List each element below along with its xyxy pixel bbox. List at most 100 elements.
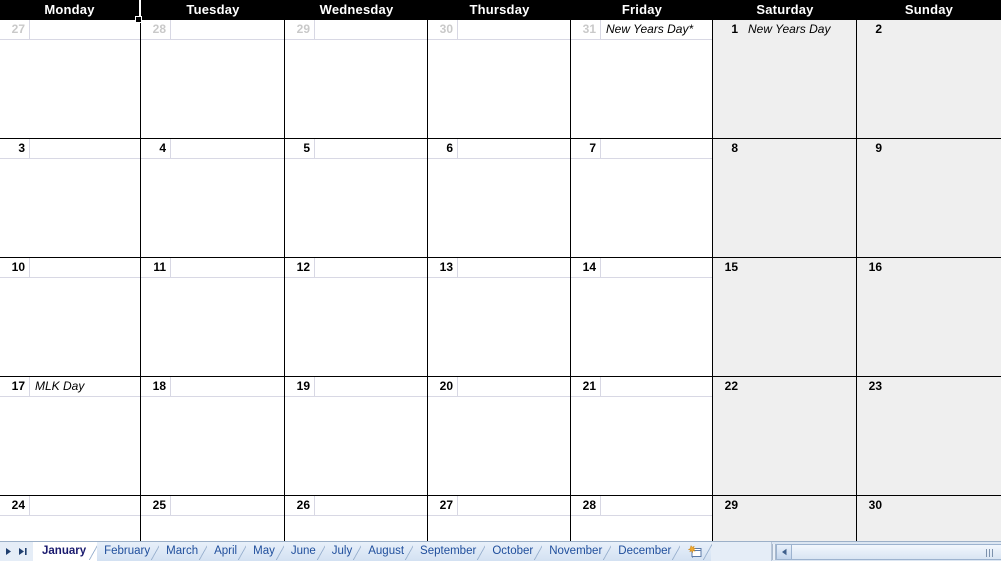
event-label[interactable] (458, 377, 570, 397)
day-cell[interactable]: 26 (285, 496, 428, 541)
weekday-header-friday[interactable]: Friday (571, 0, 713, 20)
sheet-tab-february[interactable]: February (97, 542, 161, 561)
selection-fill-handle[interactable] (135, 16, 142, 23)
scroll-left-arrow-icon[interactable] (776, 543, 792, 560)
day-cell[interactable]: 6 (428, 139, 571, 257)
day-cell[interactable]: 9 (857, 139, 1001, 257)
day-cell[interactable]: 7 (571, 139, 713, 257)
next-sheet-icon[interactable] (2, 545, 15, 559)
event-label[interactable] (30, 20, 140, 40)
event-label[interactable] (743, 496, 856, 516)
day-cell[interactable]: 1 New Years Day (713, 20, 857, 138)
event-label[interactable] (601, 258, 712, 278)
day-cell[interactable]: 29 (713, 496, 857, 541)
weekday-header-saturday[interactable]: Saturday (713, 0, 857, 20)
event-label[interactable] (887, 377, 1001, 397)
sheet-tab-march[interactable]: March (159, 542, 209, 561)
day-cell[interactable]: 17 MLK Day (0, 377, 141, 495)
event-label[interactable] (315, 377, 427, 397)
event-label[interactable] (458, 496, 570, 516)
weekday-header-thursday[interactable]: Thursday (428, 0, 571, 20)
event-label[interactable]: New Years Day (743, 20, 856, 40)
date-number: 18 (141, 377, 171, 397)
sheet-tab-december[interactable]: December (611, 542, 682, 561)
event-label[interactable] (30, 258, 140, 278)
day-cell[interactable]: 28 (571, 496, 713, 541)
day-cell[interactable]: 18 (141, 377, 285, 495)
event-label[interactable] (743, 377, 856, 397)
day-cell[interactable]: 20 (428, 377, 571, 495)
event-label[interactable] (315, 20, 427, 40)
weekday-header-monday[interactable]: Monday (0, 0, 142, 23)
event-label[interactable] (171, 496, 284, 516)
day-cell[interactable]: 15 (713, 258, 857, 376)
event-label[interactable] (30, 496, 140, 516)
weekday-header-sunday[interactable]: Sunday (857, 0, 1001, 20)
event-label[interactable] (743, 139, 856, 159)
day-cell[interactable]: 12 (285, 258, 428, 376)
day-cell[interactable]: 24 (0, 496, 141, 541)
day-cell[interactable]: 27 (428, 496, 571, 541)
event-label[interactable] (458, 258, 570, 278)
event-label[interactable] (601, 377, 712, 397)
sheet-tab-august[interactable]: August (361, 542, 414, 561)
day-cell[interactable]: 23 (857, 377, 1001, 495)
insert-sheet-button[interactable] (680, 542, 713, 561)
day-cell[interactable]: 11 (141, 258, 285, 376)
day-cell[interactable]: 21 (571, 377, 713, 495)
day-cell[interactable]: 4 (141, 139, 285, 257)
event-label[interactable] (601, 139, 712, 159)
scroll-track[interactable] (792, 543, 1001, 560)
day-cell[interactable]: 25 (141, 496, 285, 541)
sheet-tab-april[interactable]: April (207, 542, 248, 561)
event-label[interactable] (458, 20, 570, 40)
sheet-tab-july[interactable]: July (324, 542, 363, 561)
last-sheet-icon[interactable] (17, 545, 30, 559)
date-number: 31 (571, 20, 601, 40)
event-label[interactable] (171, 258, 284, 278)
event-label[interactable] (171, 377, 284, 397)
event-label[interactable] (30, 139, 140, 159)
day-cell[interactable]: 22 (713, 377, 857, 495)
event-label[interactable] (743, 258, 856, 278)
event-label[interactable] (887, 496, 1001, 516)
event-label[interactable] (887, 258, 1001, 278)
sheet-tab-may[interactable]: May (246, 542, 285, 561)
event-label[interactable]: New Years Day* (601, 20, 712, 40)
sheet-tab-october[interactable]: October (485, 542, 544, 561)
sheet-tab-november[interactable]: November (542, 542, 613, 561)
horizontal-scrollbar[interactable] (771, 542, 1001, 561)
sheet-tab-september[interactable]: September (413, 542, 487, 561)
event-label[interactable] (171, 20, 284, 40)
day-cell[interactable]: 19 (285, 377, 428, 495)
weekday-header-tuesday[interactable]: Tuesday (141, 0, 285, 20)
day-cell[interactable]: 28 (141, 20, 285, 138)
day-cell[interactable]: 14 (571, 258, 713, 376)
event-label[interactable] (171, 139, 284, 159)
event-label[interactable] (887, 20, 1001, 40)
day-cell[interactable]: 8 (713, 139, 857, 257)
event-label[interactable] (458, 139, 570, 159)
event-label[interactable]: MLK Day (30, 377, 140, 397)
event-label[interactable] (315, 496, 427, 516)
day-cell[interactable]: 5 (285, 139, 428, 257)
event-label[interactable] (887, 139, 1001, 159)
event-label[interactable] (601, 496, 712, 516)
scroll-resize-grip[interactable] (986, 548, 995, 557)
day-cell[interactable]: 27 (0, 20, 141, 138)
day-cell[interactable]: 3 (0, 139, 141, 257)
day-cell[interactable]: 29 (285, 20, 428, 138)
weekday-header-wednesday[interactable]: Wednesday (285, 0, 428, 20)
day-cell[interactable]: 31 New Years Day* (571, 20, 713, 138)
event-label[interactable] (315, 139, 427, 159)
sheet-tab-january[interactable]: January (33, 542, 99, 561)
sheet-nav-buttons (0, 542, 33, 561)
event-label[interactable] (315, 258, 427, 278)
sheet-tab-june[interactable]: June (283, 542, 326, 561)
day-cell[interactable]: 10 (0, 258, 141, 376)
day-cell[interactable]: 30 (428, 20, 571, 138)
day-cell[interactable]: 30 (857, 496, 1001, 541)
day-cell[interactable]: 2 (857, 20, 1001, 138)
day-cell[interactable]: 13 (428, 258, 571, 376)
day-cell[interactable]: 16 (857, 258, 1001, 376)
